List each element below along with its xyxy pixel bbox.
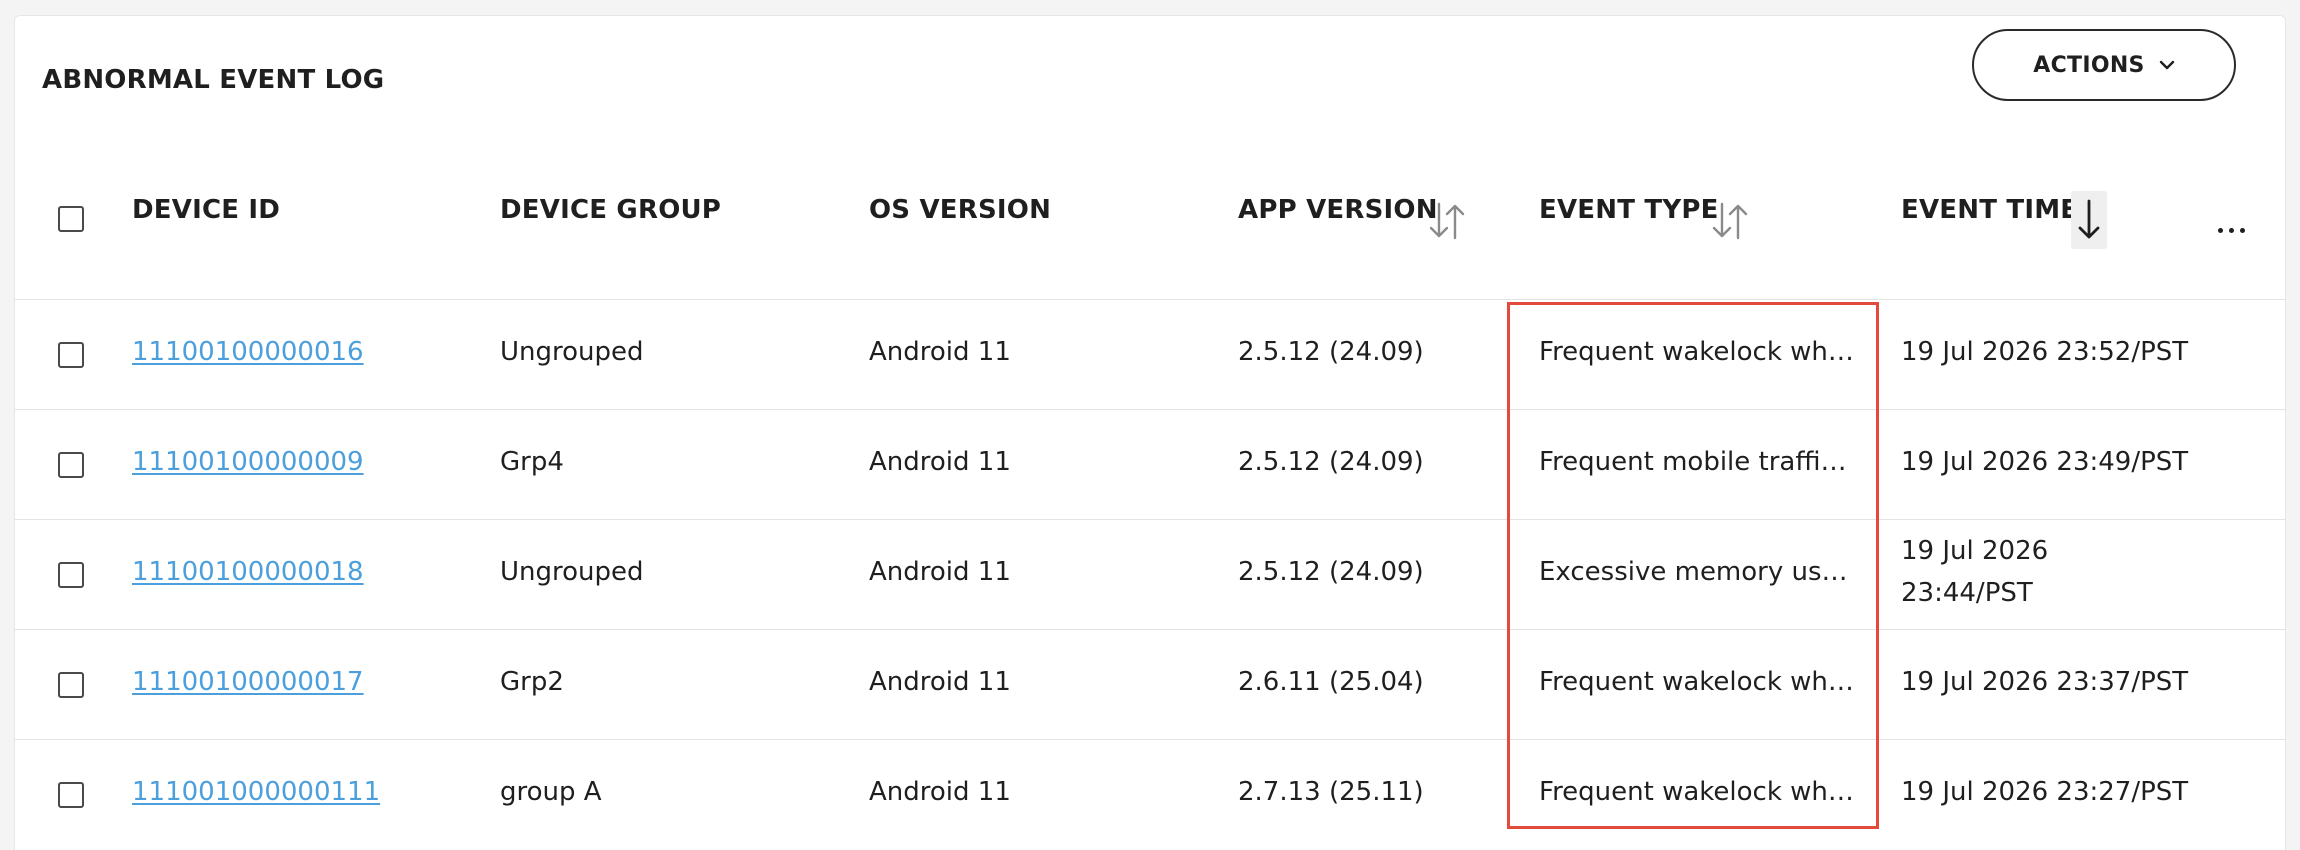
event-time-cell: 19 Jul 2026 23:44/PST	[1901, 536, 2049, 608]
event-log-panel	[14, 15, 2286, 850]
row-divider	[14, 409, 2286, 410]
column-header-event-type[interactable]: EVENT TYPE	[1539, 195, 1719, 225]
event-type-cell: Excessive memory usage	[1539, 557, 1857, 587]
os-version-cell: Android 11	[869, 557, 1011, 587]
row-checkbox[interactable]	[58, 452, 84, 478]
event-type-cell: Frequent wakelock when screen off	[1539, 337, 1857, 367]
event-type-cell: Frequent wakelock when screen off	[1539, 667, 1857, 697]
device-id-link[interactable]: 11100100000016	[132, 337, 364, 367]
sort-toggle-icon[interactable]	[1426, 200, 1468, 242]
row-checkbox[interactable]	[58, 342, 84, 368]
row-divider	[14, 629, 2286, 630]
row-checkbox[interactable]	[58, 562, 84, 588]
app-version-cell: 2.6.11 (25.04)	[1238, 667, 1424, 697]
row-divider	[14, 519, 2286, 520]
column-header-os-version: OS VERSION	[869, 195, 1052, 225]
column-header-device-group: DEVICE GROUP	[500, 195, 722, 225]
sort-descending-icon[interactable]	[2071, 191, 2107, 249]
app-version-cell: 2.5.12 (24.09)	[1238, 447, 1424, 477]
device-id-link[interactable]: 11100100000009	[132, 447, 364, 477]
device-id-link[interactable]: 11100100000017	[132, 667, 364, 697]
event-time-cell: 19 Jul 2026 23:52/PST	[1901, 337, 2189, 367]
row-checkbox[interactable]	[58, 782, 84, 808]
app-version-cell: 2.5.12 (24.09)	[1238, 337, 1424, 367]
app-version-cell: 2.5.12 (24.09)	[1238, 557, 1424, 587]
select-all-checkbox[interactable]	[58, 206, 84, 232]
column-header-app-version[interactable]: APP VERSION	[1238, 195, 1438, 225]
actions-button-label: ACTIONS	[2033, 52, 2145, 78]
event-time-cell: 19 Jul 2026 23:49/PST	[1901, 447, 2189, 477]
row-checkbox[interactable]	[58, 672, 84, 698]
os-version-cell: Android 11	[869, 667, 1011, 697]
device-group-cell: Grp2	[500, 667, 564, 697]
device-id-link[interactable]: 11100100000018	[132, 557, 364, 587]
sort-toggle-icon[interactable]	[1709, 200, 1751, 242]
page-title: ABNORMAL EVENT LOG	[42, 65, 385, 95]
chevron-down-icon	[2159, 60, 2175, 70]
event-type-cell: Frequent wakelock when screen off	[1539, 777, 1857, 807]
device-id-link[interactable]: 111001000000111	[132, 777, 380, 807]
more-options-icon[interactable]	[2218, 218, 2251, 237]
column-header-event-time[interactable]: EVENT TIME	[1901, 195, 2078, 225]
row-divider	[14, 739, 2286, 740]
actions-button[interactable]: ACTIONS	[1972, 29, 2236, 101]
event-type-cell: Frequent mobile traffic usage	[1539, 447, 1857, 477]
device-group-cell: group A	[500, 777, 602, 807]
os-version-cell: Android 11	[869, 337, 1011, 367]
device-group-cell: Ungrouped	[500, 337, 644, 367]
event-time-cell: 19 Jul 2026 23:27/PST	[1901, 777, 2189, 807]
column-header-device-id: DEVICE ID	[132, 195, 281, 225]
event-time-cell: 19 Jul 2026 23:37/PST	[1901, 667, 2189, 697]
app-version-cell: 2.7.13 (25.11)	[1238, 777, 1424, 807]
os-version-cell: Android 11	[869, 447, 1011, 477]
os-version-cell: Android 11	[869, 777, 1011, 807]
device-group-cell: Grp4	[500, 447, 564, 477]
device-group-cell: Ungrouped	[500, 557, 644, 587]
header-divider	[14, 299, 2286, 300]
